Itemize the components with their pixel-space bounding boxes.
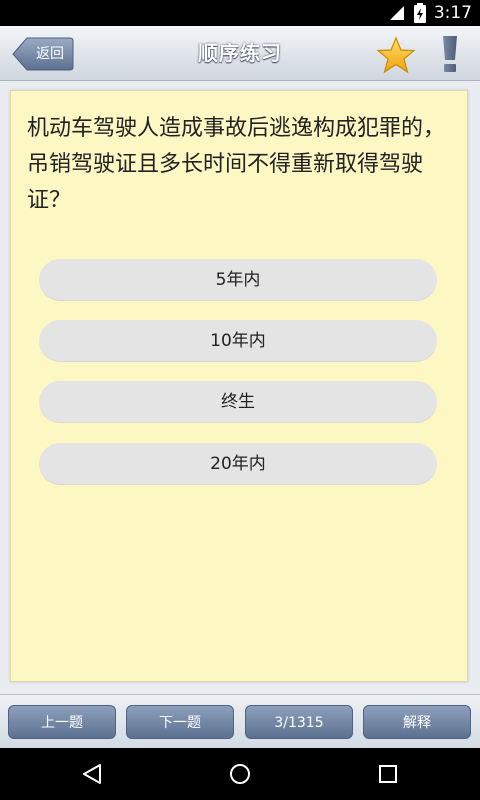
explain-button[interactable]: 解释 xyxy=(363,705,471,739)
star-icon[interactable] xyxy=(376,36,416,74)
system-nav-bar xyxy=(0,748,480,800)
next-question-button[interactable]: 下一题 xyxy=(126,705,234,739)
back-label: 返回 xyxy=(36,46,64,62)
status-time: 3:17 xyxy=(433,3,472,23)
nav-recent-icon[interactable] xyxy=(376,762,400,786)
nav-back-icon[interactable] xyxy=(80,762,104,786)
question-text: 机动车驾驶人造成事故后逃逸构成犯罪的，吊销驾驶证且多长时间不得重新取得驾驶证？ xyxy=(27,116,446,213)
question-card: 机动车驾驶人造成事故后逃逸构成犯罪的，吊销驾驶证且多长时间不得重新取得驾驶证？ … xyxy=(10,90,468,682)
battery-icon xyxy=(413,3,426,23)
option-3[interactable]: 终生 xyxy=(39,381,437,423)
nav-home-icon[interactable] xyxy=(228,762,252,786)
status-icons: 3:17 xyxy=(388,3,472,23)
back-button[interactable]: 返回 xyxy=(12,37,74,71)
bottom-toolbar: 上一题 下一题 3/1315 解释 xyxy=(0,694,480,749)
option-4[interactable]: 20年内 xyxy=(39,443,437,485)
title-bar: 返回 顺序练习 xyxy=(0,26,480,81)
wifi-icon xyxy=(389,6,404,20)
option-2[interactable]: 10年内 xyxy=(39,320,437,362)
page-title: 顺序练习 xyxy=(198,41,282,65)
status-bar: 3:17 xyxy=(0,0,480,26)
option-1[interactable]: 5年内 xyxy=(39,259,437,301)
alert-icon[interactable] xyxy=(438,34,462,74)
progress-button[interactable]: 3/1315 xyxy=(245,705,353,739)
prev-question-button[interactable]: 上一题 xyxy=(8,705,116,739)
